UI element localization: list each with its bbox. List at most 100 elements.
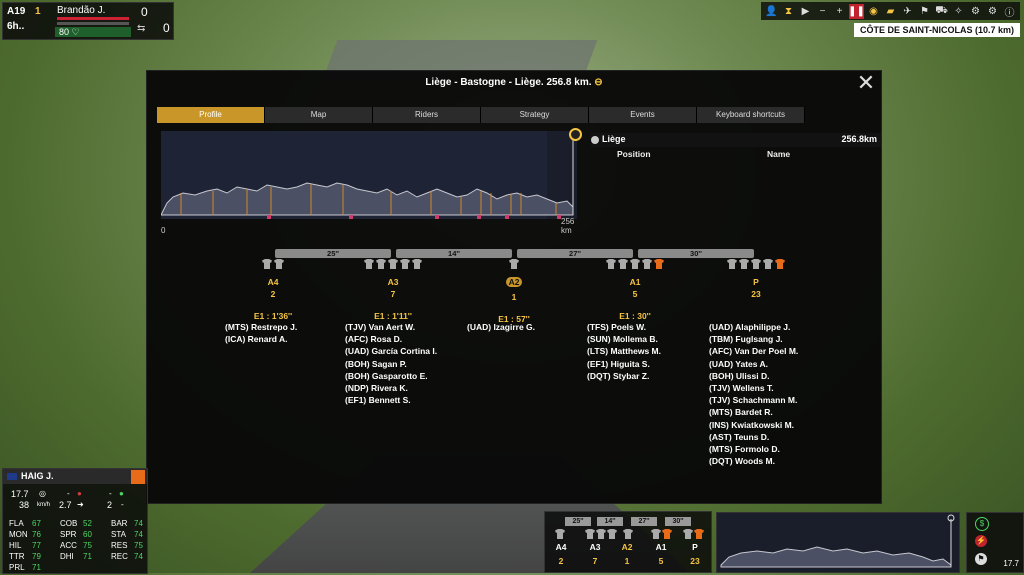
jersey-icon [651, 529, 661, 539]
stat-value: 76 [32, 530, 41, 539]
rider-entry[interactable]: (TFS) Poels W. [587, 321, 661, 333]
profile-graph [160, 131, 574, 219]
tab-keyboard-shortcuts[interactable]: Keyboard shortcuts [697, 107, 805, 123]
helicopter-icon[interactable]: ✧ [951, 4, 966, 19]
group-jerseys [213, 259, 333, 271]
value-2: 2 [107, 500, 113, 510]
gap-bar-4: 30'' [638, 249, 754, 258]
pause-button[interactable]: ❚❚ [848, 3, 865, 19]
energy-bar: 80 ♡ [55, 27, 131, 37]
rider-entry[interactable]: (UAD) Alaphilippe J. [709, 321, 798, 333]
team-car-icon[interactable]: ⛟ [934, 4, 949, 19]
jersey-icon [262, 259, 272, 269]
rider-entry[interactable]: (EF1) Bennett S. [345, 394, 437, 406]
jersey-icon [751, 259, 761, 269]
cycle-icon[interactable]: ⚙ [968, 4, 983, 19]
rider-entry[interactable]: (ICA) Renard A. [225, 333, 297, 345]
group-count: 5 [632, 289, 638, 299]
group-a3[interactable]: A3 7 E1 : 1'11'' [333, 259, 453, 321]
rider-entry[interactable]: (UAD) García Cortina I. [345, 345, 437, 357]
group-jerseys [333, 259, 453, 271]
flag-icon [7, 473, 17, 480]
gap-bar-3: 27'' [517, 249, 633, 258]
current-rider-hud[interactable]: A19 6h.. 1 Brandão J. 80 ♡ 0 ⇆ 0 [2, 2, 174, 40]
rider-entry[interactable]: (TJV) Wellens T. [709, 382, 798, 394]
stage-profile[interactable]: 0 256 km [160, 131, 577, 235]
jersey-icon [274, 259, 284, 269]
rider-stats-panel[interactable]: HAIG J. 17.7 ◎ - ● - ● 38 km/h 2.7 ➜ 2 -… [2, 468, 148, 574]
rider-view-icon[interactable]: ✈ [900, 4, 915, 19]
group-a4[interactable]: A4 2 E1 : 1'36'' [213, 259, 333, 321]
profile-start-label: 0 [161, 226, 166, 235]
rider-entry[interactable]: (AFC) Rosa D. [345, 333, 437, 345]
stat-label: COB [60, 519, 78, 528]
leader-jersey-icon [654, 259, 664, 269]
plus-icon[interactable]: + [832, 4, 847, 19]
group-peloton[interactable]: P 23 [696, 259, 816, 311]
eye-icon[interactable]: ◉ [866, 4, 881, 19]
rider-entry[interactable]: (INS) Kwiatkowski M. [709, 419, 798, 431]
tab-events[interactable]: Events [589, 107, 697, 123]
gap-bar-1: 25'' [275, 249, 391, 258]
close-button[interactable]: ✕ [855, 72, 877, 95]
groups-summary-bar[interactable]: 25'' 14'' 27'' 30'' A4 A3 A2 A1 P 2 7 1 … [544, 511, 712, 573]
group-name: P [753, 277, 759, 287]
secondary-bar [57, 22, 129, 25]
speed2-value: 38 [19, 500, 30, 510]
hourglass-icon[interactable]: ⧗ [781, 4, 796, 19]
rider-list-a4: (MTS) Restrepo J. (ICA) Renard A. [225, 321, 297, 345]
rider-panel-name: HAIG J. [21, 471, 54, 481]
group-jerseys [575, 259, 695, 271]
rank: 1 [35, 6, 41, 17]
rider-entry[interactable]: (DQT) Woods M. [709, 455, 798, 467]
rider-entry[interactable]: (AST) Teuns D. [709, 431, 798, 443]
stat-label: DHI [60, 552, 74, 561]
rider-entry[interactable]: (MTS) Formolo D. [709, 443, 798, 455]
rider-entry[interactable]: (AFC) Van Der Poel M. [709, 345, 798, 357]
rider-entry[interactable]: (MTS) Bardet R. [709, 406, 798, 418]
rider-entry[interactable]: (EF1) Higuita S. [587, 358, 661, 370]
arrow-icon: ➜ [77, 500, 84, 509]
rider-entry[interactable]: (LTS) Matthews M. [587, 345, 661, 357]
user-icon[interactable]: 👤 [764, 4, 779, 19]
mini-profile-area [720, 546, 952, 568]
rider-entry[interactable]: (BOH) Ulissi D. [709, 370, 798, 382]
jerseys-a3 [585, 529, 617, 539]
mini-group-a3: A3 [589, 542, 601, 552]
rider-entry[interactable]: (NDP) Rivera K. [345, 382, 437, 394]
mini-group-a4: A4 [555, 542, 567, 552]
stat-value: 71 [83, 552, 92, 561]
tab-map[interactable]: Map [265, 107, 373, 123]
group-a1[interactable]: A1 5 E1 : 30'' [575, 259, 695, 321]
rider-entry[interactable]: (SUN) Mollema B. [587, 333, 661, 345]
camera-icon[interactable]: ▰ [883, 4, 898, 19]
moto-icon[interactable]: ⚑ [917, 4, 932, 19]
rider-entry[interactable]: (UAD) Yates A. [709, 358, 798, 370]
play-icon[interactable]: ▶ [798, 4, 813, 19]
group-time: E1 : 1'11'' [374, 311, 412, 321]
jersey-icon [763, 259, 773, 269]
rider-entry[interactable]: (TJV) Schachmann M. [709, 394, 798, 406]
minus-icon[interactable]: − [815, 4, 830, 19]
mini-gap-1: 25'' [565, 517, 591, 526]
tab-profile[interactable]: Profile [157, 107, 265, 123]
rider-entry[interactable]: (TBM) Fuglsang J. [709, 333, 798, 345]
finish-info-row: Liège 256.8km [591, 133, 881, 147]
group-time: E1 : 1'36'' [253, 311, 293, 321]
mini-stage-profile[interactable] [716, 512, 960, 573]
settings-icon[interactable]: ⚙ [985, 4, 1000, 19]
fatigue-icon: ⚡ [975, 535, 987, 547]
rider-entry[interactable]: (MTS) Restrepo J. [225, 321, 297, 333]
tab-riders[interactable]: Riders [373, 107, 481, 123]
gap-bar-2: 14'' [396, 249, 512, 258]
info-icon[interactable]: ⓘ [1002, 4, 1017, 19]
stat-value: 74 [134, 552, 143, 561]
rider-entry[interactable]: (BOH) Gasparotto E. [345, 370, 437, 382]
rider-entry[interactable]: (TJV) Van Aert W. [345, 321, 437, 333]
group-a2[interactable]: A2 1 E1 : 57'' [454, 259, 574, 324]
rider-entry[interactable]: (UAD) Izagirre G. [467, 321, 535, 333]
right-status-panel[interactable]: $ ⚡ ⚑ 17.7 [966, 512, 1024, 573]
tab-strategy[interactable]: Strategy [481, 107, 589, 123]
rider-entry[interactable]: (BOH) Sagan P. [345, 358, 437, 370]
rider-entry[interactable]: (DQT) Stybar Z. [587, 370, 661, 382]
